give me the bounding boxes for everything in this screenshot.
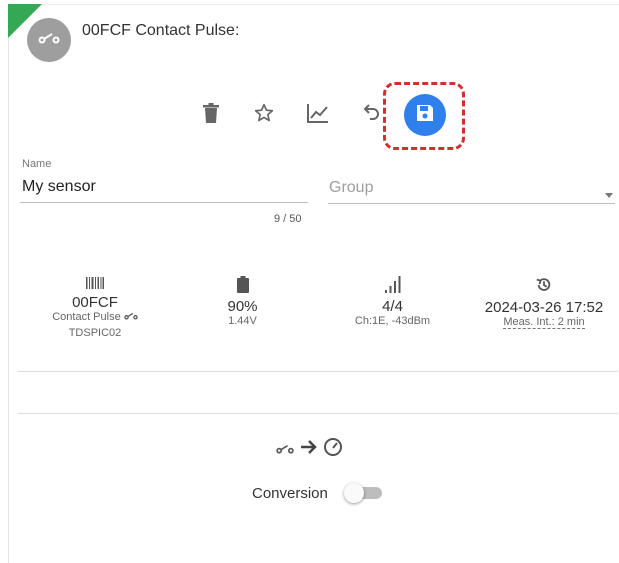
chevron-down-icon[interactable] [605,185,613,203]
group-select[interactable]: Group [329,179,373,197]
measurement-interval-text: Meas. Int.: 2 min [503,316,585,329]
arrow-right-icon [301,440,317,459]
delete-button[interactable] [198,102,224,128]
toggle-knob [344,483,364,503]
stat-signal: 4/4 Ch:1E, -43dBm [330,276,455,327]
floppy-disk-icon [415,103,435,128]
divider-bottom [18,413,618,414]
sensor-title: 00FCF Contact Pulse: [82,22,240,39]
signal-bars: 4/4 [382,298,403,315]
battery-percent: 90% [227,298,258,315]
measurement-interval[interactable]: Meas. Int.: 2 min [470,316,618,329]
group-underline [328,203,615,204]
signal-icon [384,276,401,297]
chart-button[interactable] [304,102,332,128]
star-icon [254,103,274,128]
battery-icon [236,276,249,297]
contact-pulse-small-icon [124,311,138,323]
name-char-counter: 9 / 50 [274,213,302,225]
sensor-model: TDSPIC02 [68,327,122,339]
divider-top [18,371,618,372]
name-label: Name [22,158,52,170]
barcode-icon [86,276,104,293]
signal-detail: Ch:1E, -43dBm [354,315,431,327]
contact-pulse-icon [38,31,60,49]
gauge-icon [323,437,343,462]
last-measurement-time: 2024-03-26 17:52 [484,299,604,316]
undo-icon [361,103,381,128]
trash-icon [203,102,219,128]
name-input[interactable]: My sensor [22,178,96,196]
conversion-label: Conversion [252,485,328,502]
sensor-id: 00FCF [72,294,118,311]
sensor-avatar [27,18,71,62]
conversion-toggle[interactable] [344,483,384,503]
contact-pulse-flow-icon [275,441,295,459]
undo-button[interactable] [358,102,384,128]
stat-id: 00FCF Contact Pulse TDSPIC02 [30,276,160,339]
sensor-type-label: Contact Pulse [52,311,121,323]
stat-last-measurement: 2024-03-26 17:52 Meas. Int.: 2 min [470,276,618,329]
line-chart-icon [307,103,329,128]
sensor-type: Contact Pulse [30,311,160,323]
conversion-flow [275,437,343,462]
favorite-button[interactable] [250,102,278,128]
stat-battery: 90% 1.44V [180,276,305,327]
battery-voltage: 1.44V [228,315,257,327]
save-button[interactable] [404,94,446,136]
name-underline [20,202,308,203]
history-icon [535,278,553,298]
